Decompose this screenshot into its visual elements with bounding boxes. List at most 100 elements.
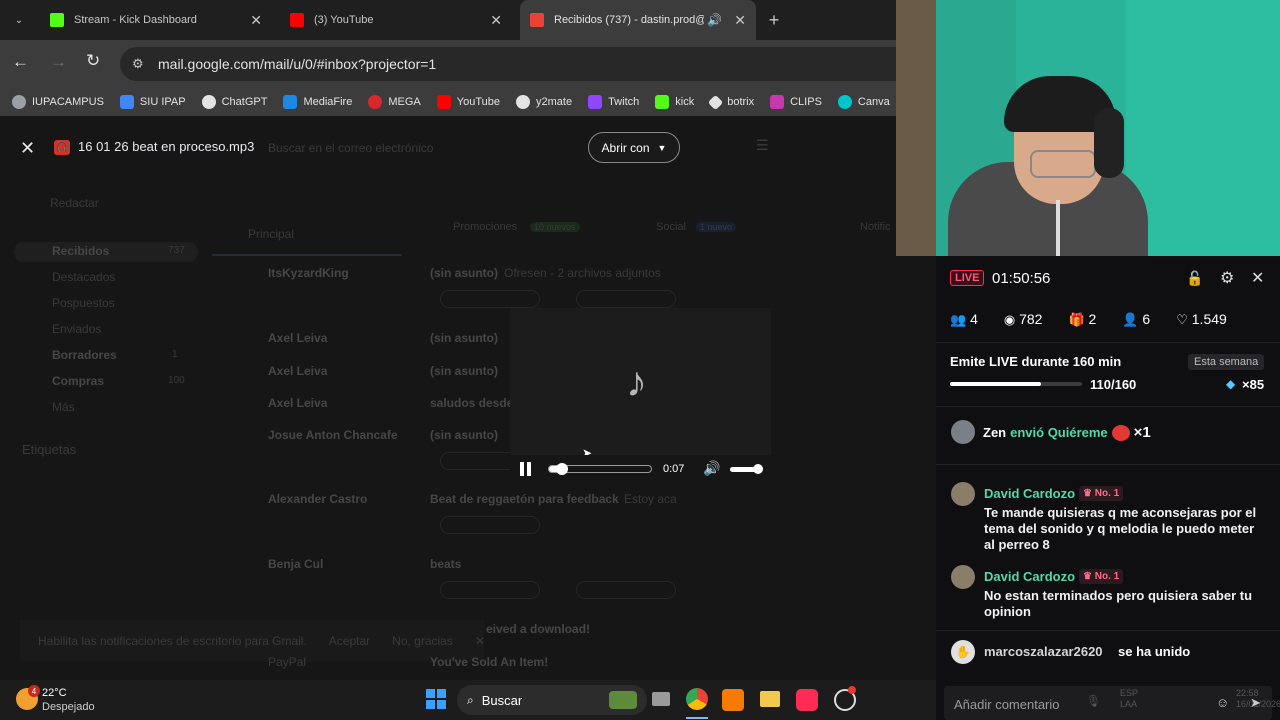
row-subject[interactable]: (sin asunto) — [430, 428, 498, 442]
forward-icon[interactable]: → — [50, 52, 67, 72]
bookmark-botrix[interactable]: botrix — [707, 94, 754, 110]
bookmark-twitch[interactable]: Twitch — [588, 95, 639, 109]
bookmark-iupacampus[interactable]: IUPACAMPUS — [12, 95, 104, 109]
row-sender[interactable]: ItsKyzardKing — [268, 266, 349, 280]
row-sender[interactable]: Axel Leiva — [268, 364, 327, 378]
new-tab-icon[interactable]: + — [764, 8, 784, 32]
avatar[interactable] — [951, 565, 975, 589]
avatar[interactable] — [951, 420, 975, 444]
attachment-chip[interactable] — [576, 581, 676, 599]
folder-snoozed[interactable]: Pospuestos — [52, 296, 115, 310]
weather-badge: 4 — [28, 685, 40, 697]
address-bar[interactable]: ⚙ mail.google.com/mail/u/0/#inbox?projec… — [120, 47, 896, 81]
tab-kick-dashboard[interactable]: Stream - Kick Dashboard ✕ — [40, 0, 272, 40]
attachment-chip[interactable] — [440, 516, 540, 534]
row-subject[interactable]: (sin asunto) — [430, 331, 498, 345]
bookmark-mega[interactable]: MEGA — [368, 95, 421, 109]
emoji-icon[interactable]: ☺ — [1216, 695, 1229, 710]
bookmark-siu-ipap[interactable]: SIU IPAP — [119, 95, 186, 109]
windows-start-icon[interactable] — [426, 689, 446, 709]
toast-accept-button[interactable]: Aceptar — [329, 634, 370, 648]
tab-promotions[interactable]: Promociones — [453, 221, 517, 233]
toast-close-icon[interactable]: ✕ — [475, 634, 485, 648]
pause-button[interactable] — [520, 462, 532, 476]
row-sender[interactable]: Alexander Castro — [268, 492, 367, 506]
gmail-backdrop: Redactar Recibidos 737 Destacados Pospue… — [0, 116, 936, 680]
reload-icon[interactable]: ↻ — [86, 51, 100, 71]
tab-close-icon[interactable]: ✕ — [734, 12, 746, 29]
headphones-icon: 🎧 — [54, 140, 70, 155]
bookmark-youtube[interactable]: YouTube — [436, 95, 500, 109]
tab-primary[interactable]: Principal — [248, 227, 294, 241]
chat-message-text: Te mande quisieras q me aconsejaras por … — [984, 505, 1257, 552]
folder-drafts[interactable]: Borradores — [52, 348, 117, 362]
lock-icon[interactable]: 🔓 — [1186, 270, 1203, 287]
row-subject[interactable]: eived a download! — [486, 622, 590, 636]
volume-icon[interactable]: 🔊 — [703, 460, 720, 477]
tab-search-chevron-icon[interactable]: ⌄ — [8, 8, 30, 32]
bookmark-y2mate[interactable]: y2mate — [515, 95, 572, 109]
tab-notifications[interactable]: Notific — [860, 221, 891, 233]
settings-gear-icon[interactable]: ⚙ — [1220, 268, 1234, 288]
wave-hand-icon: ✋ — [951, 640, 975, 664]
task-view-icon[interactable] — [652, 692, 670, 706]
folder-starred[interactable]: Destacados — [52, 270, 115, 284]
toast-decline-button[interactable]: No, gracias — [392, 634, 453, 648]
recording-indicator — [848, 686, 856, 694]
file-explorer-icon[interactable] — [760, 691, 780, 707]
row-subject[interactable]: Beat de reggaetón para feedback — [430, 492, 619, 506]
webcam-wall-right — [1126, 0, 1280, 256]
attachment-chip[interactable] — [440, 581, 540, 599]
close-panel-icon[interactable]: ✕ — [1251, 268, 1264, 288]
tab-close-icon[interactable]: ✕ — [250, 12, 262, 29]
tab-close-icon[interactable]: ✕ — [490, 12, 502, 29]
tiktok-icon[interactable] — [796, 689, 818, 711]
people-icon: 👥 — [950, 312, 967, 327]
row-subject[interactable]: You've Sold An Item! — [430, 655, 548, 669]
folder-purchases[interactable]: Compras — [52, 374, 104, 388]
bookmark-clips[interactable]: CLIPS — [770, 95, 822, 109]
gift-user[interactable]: Zen — [983, 425, 1006, 440]
attachment-chip[interactable] — [440, 290, 540, 308]
send-icon[interactable]: ➤ — [1250, 695, 1261, 711]
chat-username[interactable]: David Cardozo — [984, 569, 1075, 584]
folder-inbox[interactable]: Recibidos — [52, 244, 109, 258]
row-subject[interactable]: (sin asunto) — [430, 364, 498, 378]
attachment-chip[interactable] — [576, 290, 676, 308]
volume-handle[interactable] — [753, 464, 764, 474]
taskbar-search[interactable]: ⌕ Buscar — [457, 685, 647, 715]
bookmark-mediafire[interactable]: MediaFire — [283, 95, 352, 109]
goal-progress-fill — [950, 382, 1041, 386]
row-subject[interactable]: (sin asunto) — [430, 266, 498, 280]
tab-youtube[interactable]: (3) YouTube ✕ — [280, 0, 512, 40]
row-sender[interactable]: Josue Anton Chancafe — [268, 428, 398, 442]
join-user[interactable]: marcoszalazar2620 — [984, 644, 1103, 659]
bookmark-canva[interactable]: Canva — [837, 95, 890, 109]
site-settings-icon[interactable]: ⚙ — [132, 56, 144, 72]
audio-playing-icon[interactable]: 🔊 — [707, 13, 722, 27]
folder-sent[interactable]: Enviados — [52, 322, 101, 336]
avatar[interactable] — [951, 482, 975, 506]
bookmark-kick[interactable]: kick — [655, 95, 694, 109]
seek-handle[interactable] — [556, 463, 569, 475]
chrome-icon[interactable] — [686, 688, 708, 710]
tab-gmail[interactable]: Recibidos (737) - dastin.prod@g 🔊 ✕ — [520, 0, 756, 40]
row-sender[interactable]: Benja Cul — [268, 557, 323, 571]
row-subject[interactable]: beats — [430, 557, 461, 571]
row-subject[interactable]: saludos desde — [430, 396, 513, 410]
row-sender[interactable]: Axel Leiva — [268, 331, 327, 345]
folder-more[interactable]: Más — [52, 400, 75, 414]
row-sender[interactable]: Axel Leiva — [268, 396, 327, 410]
tab-social[interactable]: Social — [656, 221, 686, 233]
open-with-button[interactable]: Abrir con ▼ — [588, 132, 680, 163]
goal-progress-track — [950, 382, 1082, 386]
toast-text: Habilita las notificaciones de escritori… — [38, 634, 307, 648]
comment-input[interactable]: Añadir comentario 🎙 ESP LAA 22:58 16/01/20… — [944, 686, 1280, 720]
row-sender[interactable]: PayPal — [268, 655, 306, 669]
compose-label[interactable]: Redactar — [50, 196, 99, 210]
fl-studio-icon[interactable] — [722, 689, 744, 711]
chat-username[interactable]: David Cardozo — [984, 486, 1075, 501]
close-viewer-icon[interactable]: ✕ — [20, 138, 35, 159]
bookmark-chatgpt[interactable]: ChatGPT — [201, 95, 267, 109]
back-icon[interactable]: ← — [12, 52, 29, 72]
